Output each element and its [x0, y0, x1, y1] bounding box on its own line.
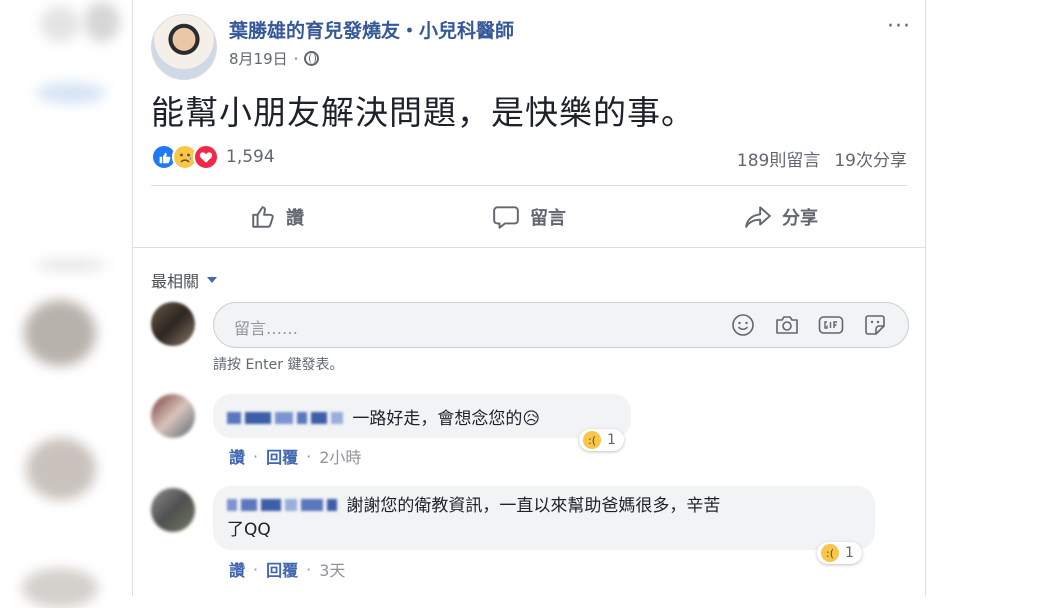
comment-actions: 讚 · 回覆 · 2小時: [229, 444, 361, 468]
post-date[interactable]: 8月19日: [229, 48, 288, 69]
input-icons: [730, 313, 888, 337]
like-label: 讚: [286, 208, 304, 229]
comment-icon: [493, 206, 519, 229]
like-icon: [252, 206, 274, 228]
reaction-count: 1,594: [226, 147, 275, 167]
comment-button[interactable]: 留言: [403, 190, 655, 244]
comment-avatar[interactable]: [151, 488, 195, 532]
dot-separator: ·: [306, 446, 312, 466]
comment-bubble: 一路好走，會想念您的😥: [213, 394, 631, 438]
enter-hint: 請按 Enter 鍵發表。: [213, 357, 344, 373]
comment-reaction-badge[interactable]: :( 1: [817, 542, 862, 564]
share-icon: [745, 206, 771, 228]
sad-icon: :(: [821, 544, 839, 562]
commenter-name-blurred[interactable]: [227, 494, 341, 518]
comment-reply-link[interactable]: 回覆: [266, 557, 298, 581]
comment-reply-link[interactable]: 回覆: [266, 444, 298, 468]
comment-avatar[interactable]: [151, 394, 195, 438]
comment-time[interactable]: 3天: [319, 557, 345, 581]
comment-count-link[interactable]: 189則留言: [737, 146, 820, 171]
comment-text-line1: 謝謝您的衛教資訊，一直以來幫助爸媽很多，辛苦: [346, 496, 721, 516]
dot-separator: ·: [306, 559, 312, 579]
comment-reaction-count: 1: [607, 432, 616, 448]
comment-actions: 讚 · 回覆 · 3天: [229, 557, 345, 581]
comment-like-link[interactable]: 讚: [229, 557, 245, 581]
sticker-icon[interactable]: [862, 313, 888, 337]
comment-time[interactable]: 2小時: [319, 444, 361, 468]
comment-text-line2: 了QQ: [227, 520, 271, 540]
sort-label: 最相關: [151, 272, 200, 291]
share-button[interactable]: 分享: [655, 190, 907, 244]
post-text: 能幫小朋友解決問題，是快樂的事。: [151, 93, 695, 132]
globe-icon: [304, 51, 320, 66]
sad-icon: :(: [583, 431, 601, 449]
like-button[interactable]: 讚: [151, 190, 403, 244]
more-icon[interactable]: ···: [887, 14, 911, 39]
comment-reaction-badge[interactable]: :( 1: [579, 429, 624, 451]
sort-dropdown[interactable]: 最相關: [151, 268, 218, 292]
meta-separator: ·: [293, 49, 299, 68]
caret-down-icon: [207, 277, 218, 283]
comment-text: 一路好走，會想念您的😥: [352, 409, 541, 429]
facebook-post-card: 葉勝雄的育兒發燒友・小兒科醫師 8月19日 · ··· 能幫小朋友解決問題，是快…: [132, 0, 926, 596]
divider: [151, 185, 907, 186]
dot-separator: ·: [253, 446, 259, 466]
post-meta: 8月19日 ·: [229, 48, 320, 69]
comments-section: 最相關 留言…… 請按 Enter 鍵發表。 一路好走，會想念您的😥:(1 …: [133, 247, 925, 596]
page-name-link[interactable]: 葉勝雄的育兒發燒友・小兒科醫師: [229, 16, 514, 43]
post-actions: 讚 留言 分享: [151, 190, 907, 244]
comment-like-link[interactable]: 讚: [229, 444, 245, 468]
current-user-avatar: [151, 302, 195, 346]
comment-reaction-count: 1: [845, 545, 854, 561]
camera-icon[interactable]: [774, 313, 800, 337]
post-stats: 189則留言 19次分享: [737, 146, 907, 171]
share-label: 分享: [782, 208, 818, 229]
commenter-name-blurred[interactable]: [227, 409, 347, 429]
emoji-icon[interactable]: [730, 313, 756, 337]
comment-bubble: 謝謝您的衛教資訊，一直以來幫助爸媽很多，辛苦 了QQ: [213, 486, 875, 550]
comment-placeholder: 留言……: [234, 319, 299, 338]
background-right: [926, 0, 1060, 596]
reaction-summary[interactable]: 1,594: [151, 144, 275, 170]
background-left: [0, 0, 132, 608]
comment-label: 留言: [530, 208, 566, 229]
page-avatar[interactable]: [151, 14, 217, 80]
comment-input[interactable]: 留言……: [213, 302, 909, 348]
gif-icon[interactable]: [818, 313, 844, 337]
share-count-link[interactable]: 19次分享: [834, 146, 907, 171]
love-icon: [193, 144, 219, 170]
dot-separator: ·: [253, 559, 259, 579]
